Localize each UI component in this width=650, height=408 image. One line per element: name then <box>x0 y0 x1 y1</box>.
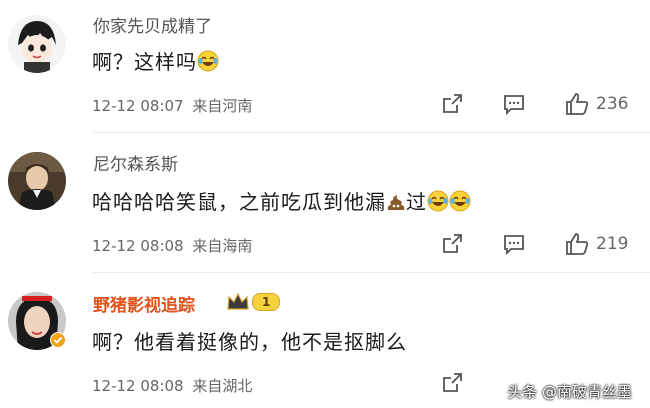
location: 来自河南 <box>192 97 253 115</box>
username[interactable]: 野猪影视追踪 <box>93 291 195 316</box>
comment-actions: 236 <box>440 89 628 119</box>
user-avatar[interactable] <box>8 152 66 210</box>
user-avatar[interactable] <box>8 15 66 73</box>
thumbs-up-icon <box>566 93 589 115</box>
location: 来自海南 <box>192 237 253 255</box>
divider <box>92 132 650 133</box>
verified-badge-icon <box>50 332 66 352</box>
comment-meta: 12-12 08:08 来自海南 <box>92 235 252 256</box>
poop-emoji-icon <box>386 192 406 217</box>
like-button[interactable]: 236 <box>564 91 628 117</box>
share-icon[interactable] <box>440 92 464 116</box>
comment-text-content: 啊？这样吗 <box>92 50 197 74</box>
divider <box>92 272 650 273</box>
comment-text: 哈哈哈哈笑鼠，之前吃瓜到他漏 过 <box>92 186 471 217</box>
comment-text-content: 啊？他看着挺像的，他不是抠脚么 <box>92 330 407 354</box>
vip-level-badge: 1 <box>226 292 281 312</box>
crown-icon <box>227 292 249 310</box>
like-count: 236 <box>596 94 629 114</box>
comment-meta: 12-12 08:08 来自湖北 <box>92 375 252 396</box>
level-number: 1 <box>262 295 271 309</box>
level-pill: 1 <box>252 293 281 311</box>
reply-icon[interactable] <box>502 232 526 256</box>
laughing-tears-emoji-icon <box>449 190 471 217</box>
comment-text-content: 哈哈哈哈笑鼠，之前吃瓜到他漏 <box>92 190 386 214</box>
location: 来自湖北 <box>192 377 253 395</box>
timestamp: 12-12 08:07 <box>92 97 184 115</box>
username[interactable]: 你家先贝成精了 <box>93 12 212 37</box>
comment-text: 啊？他看着挺像的，他不是抠脚么 <box>92 326 407 355</box>
share-icon[interactable] <box>440 232 464 256</box>
thumbs-up-icon <box>566 233 589 255</box>
watermark: 头条 @南破青丝墨 <box>507 383 632 401</box>
timestamp: 12-12 08:08 <box>92 377 184 395</box>
laughing-tears-emoji-icon <box>427 190 449 217</box>
share-icon[interactable] <box>440 371 464 395</box>
reply-icon[interactable] <box>502 92 526 116</box>
comment-text: 啊？这样吗 <box>92 46 219 77</box>
comment-text-tail: 过 <box>406 190 427 214</box>
comment-actions <box>440 368 464 398</box>
laughing-tears-emoji-icon <box>197 50 219 77</box>
comment-meta: 12-12 08:07 来自河南 <box>92 95 252 116</box>
comment-actions: 219 <box>440 229 628 259</box>
timestamp: 12-12 08:08 <box>92 237 184 255</box>
like-button[interactable]: 219 <box>564 231 628 257</box>
like-count: 219 <box>596 234 629 254</box>
username[interactable]: 尼尔森系斯 <box>93 150 178 175</box>
